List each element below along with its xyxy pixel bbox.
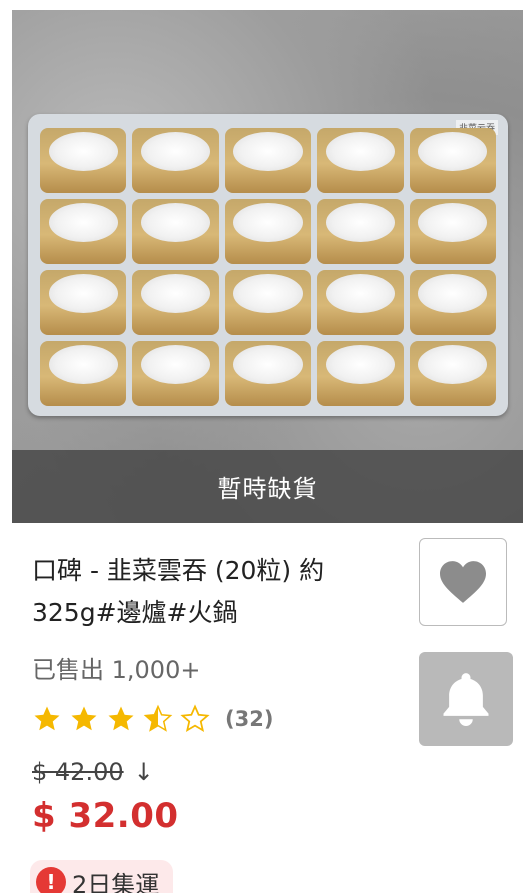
wonton-tray: 韭菜云吞	[28, 114, 508, 416]
review-count[interactable]: (32)	[225, 707, 273, 731]
wonton	[317, 199, 404, 264]
wonton	[224, 270, 312, 335]
star-icon	[34, 706, 60, 731]
original-price-value: $ 42.00	[32, 758, 124, 786]
current-price: $ 32.00	[32, 796, 179, 836]
favorite-button[interactable]	[419, 538, 507, 626]
wonton	[317, 341, 404, 406]
wonton	[132, 128, 219, 193]
original-price: $ 42.00 ↓	[32, 758, 154, 786]
rating-stars: (32)	[32, 704, 273, 734]
wonton-grid	[40, 128, 496, 406]
out-of-stock-banner: 暫時缺貨	[12, 450, 523, 523]
wonton	[409, 199, 496, 264]
half-star-icon	[143, 704, 173, 732]
wonton	[224, 128, 312, 193]
shipping-badge: ! 2日集運	[30, 860, 174, 893]
star-icon	[108, 706, 134, 731]
heart-icon	[440, 561, 486, 603]
wonton	[132, 199, 219, 264]
wonton	[40, 270, 127, 335]
empty-star-icon	[180, 704, 210, 733]
shipping-badge-text: 2日集運	[72, 870, 160, 893]
wonton	[40, 341, 127, 406]
wonton	[40, 199, 127, 264]
notify-button[interactable]	[419, 652, 513, 746]
alert-icon: !	[36, 867, 66, 893]
wonton	[317, 270, 404, 335]
wonton	[132, 270, 219, 335]
price-down-arrow: ↓	[133, 758, 154, 786]
wonton	[132, 341, 219, 406]
bell-icon	[443, 673, 489, 726]
wonton	[40, 128, 127, 193]
product-image[interactable]: 韭菜云吞	[12, 10, 523, 523]
wonton	[409, 341, 496, 406]
wonton	[224, 341, 312, 406]
product-title[interactable]: 口碑 - 韭菜雲吞 (20粒) 約 325g#邊爐#火鍋	[32, 550, 402, 634]
sold-count: 已售出 1,000+	[32, 656, 201, 684]
product-card[interactable]: 韭菜云吞	[12, 10, 523, 893]
star-icon	[71, 706, 97, 731]
wonton	[409, 128, 496, 193]
wonton	[317, 128, 404, 193]
wonton	[224, 199, 312, 264]
wonton	[409, 270, 496, 335]
